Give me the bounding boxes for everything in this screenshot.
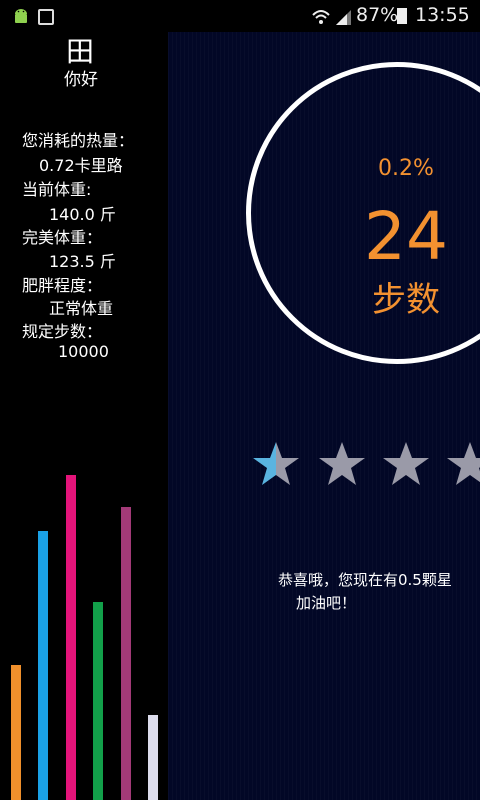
bar-white [148, 715, 158, 800]
calories-label: 您消耗的热量： [22, 131, 135, 150]
android-icon [15, 9, 27, 23]
bar-pink [66, 475, 76, 800]
current-weight-value: 140.0 斤 [49, 205, 116, 224]
right-panel: 0.2% 24 步数 恭喜哦，您现在有0.5颗星 加油吧！ [168, 32, 480, 800]
congrats-message: 恭喜哦，您现在有0.5颗星 [278, 571, 452, 589]
star-icon-half [253, 442, 299, 485]
battery-percent: 87% [356, 4, 399, 26]
cheer-message: 加油吧！ [296, 594, 357, 612]
star-icon-empty [319, 442, 365, 485]
avatar[interactable]: 田 [66, 30, 94, 70]
goal-steps-label: 规定步数： [22, 322, 103, 341]
bmi-value: 正常体重 [49, 299, 114, 318]
calories-value: 0.72卡里路 [39, 156, 123, 175]
left-panel: 田 你好 您消耗的热量： 0.72卡里路 当前体重: 140.0 斤 完美体重：… [0, 32, 168, 800]
bar-blue [38, 531, 48, 800]
step-count: 24 [364, 198, 448, 275]
signal-icon [336, 10, 351, 25]
star-icon-empty [447, 442, 480, 485]
bar-purple [121, 507, 131, 800]
greeting: 你好 [64, 70, 98, 90]
ideal-weight-value: 123.5 斤 [49, 252, 116, 271]
goal-steps-value: 10000 [58, 342, 109, 361]
bmi-label: 肥胖程度： [22, 276, 103, 295]
bar-orange [11, 665, 21, 800]
progress-percent: 0.2% [378, 156, 434, 181]
step-count-label: 步数 [372, 280, 440, 320]
star-icon-empty [383, 442, 429, 485]
current-weight-label: 当前体重: [22, 180, 92, 199]
clock: 13:55 [415, 4, 470, 26]
gallery-icon [38, 9, 54, 25]
bar-green [93, 602, 103, 800]
battery-icon [397, 8, 407, 24]
ideal-weight-label: 完美体重： [22, 228, 103, 247]
wifi-icon [312, 10, 330, 24]
status-bar: 87% 13:55 [0, 0, 480, 32]
